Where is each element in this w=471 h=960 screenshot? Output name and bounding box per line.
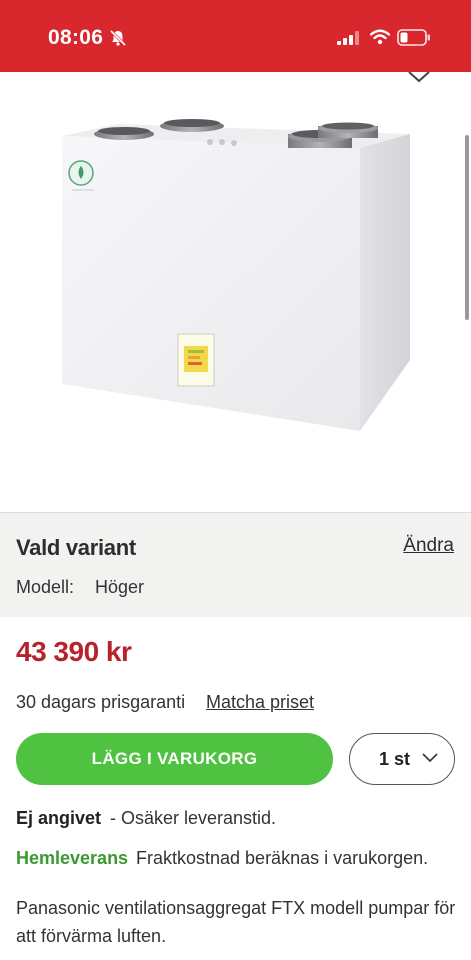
variant-title: Vald variant: [16, 535, 136, 560]
chevron-down-icon: [422, 753, 438, 763]
status-time: 08:06: [48, 26, 104, 49]
stock-note: - Osäker leveranstid.: [110, 808, 277, 828]
delivery-label: Hemleverans: [16, 848, 129, 868]
product-description: Panasonic ventilationsaggregat FTX model…: [16, 898, 456, 946]
stock-status: Ej angivet: [16, 808, 102, 828]
variant-panel: Vald variant Ändra Modell: Höger: [0, 512, 471, 617]
price: 43 390 kr: [16, 636, 132, 667]
add-to-cart-button[interactable]: LÄGG I VARUKORG: [16, 733, 333, 785]
quantity-select[interactable]: 1 st: [349, 733, 455, 785]
model-label: Modell:: [16, 577, 75, 597]
wifi-icon: [370, 29, 390, 45]
model-value: Höger: [95, 577, 145, 597]
battery-icon: [397, 29, 430, 46]
delivery-note: Fraktkostnad beräknas i varukorgen.: [136, 848, 429, 868]
ventilation-unit-image: [62, 119, 410, 431]
match-price-link[interactable]: Matcha priset: [206, 692, 314, 713]
price-guarantee-text: 30 dagars prisgaranti: [16, 692, 186, 712]
bell-slash-icon: [109, 29, 127, 47]
quantity-value: 1 st: [379, 749, 411, 769]
product-image: [0, 84, 471, 512]
status-bar: 08:06: [0, 0, 471, 72]
chevron-down-icon[interactable]: [406, 70, 432, 84]
change-variant-link[interactable]: Ändra: [403, 535, 454, 557]
scroll-indicator[interactable]: [465, 135, 469, 320]
signal-icon: [337, 31, 359, 45]
